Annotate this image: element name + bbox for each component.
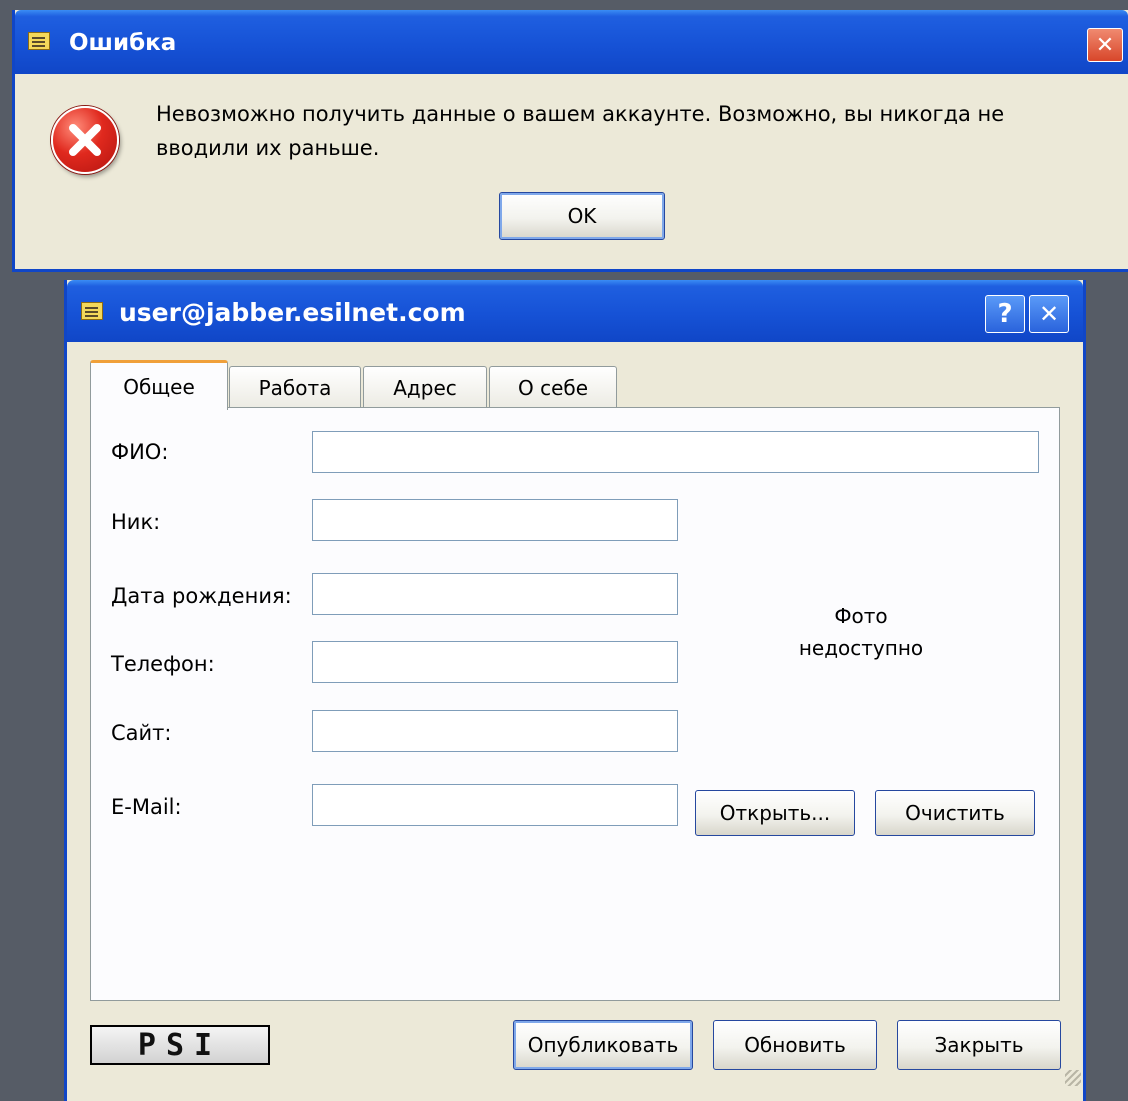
app-icon xyxy=(28,32,50,50)
tab-work-label: Работа xyxy=(258,375,332,400)
birthday-label: Дата рождения: xyxy=(111,584,292,608)
photo-placeholder: Фото недоступно xyxy=(771,600,951,664)
phone-label: Телефон: xyxy=(111,652,215,676)
close-dialog-button[interactable]: Закрыть xyxy=(897,1020,1061,1070)
photo-line1: Фото xyxy=(834,604,888,628)
refresh-button[interactable]: Обновить xyxy=(713,1020,877,1070)
publish-label: Опубликовать xyxy=(527,1033,679,1057)
email-label: E-Mail: xyxy=(111,795,182,819)
error-icon xyxy=(51,106,119,174)
refresh-label: Обновить xyxy=(744,1033,846,1057)
site-label: Сайт: xyxy=(111,721,172,745)
help-icon: ? xyxy=(997,299,1013,329)
clear-photo-button[interactable]: Очистить xyxy=(875,790,1035,836)
error-dialog: Ошибка ✕ Невозможно получить данные о ва… xyxy=(12,10,1128,272)
error-titlebar[interactable]: Ошибка ✕ xyxy=(15,10,1128,74)
help-button[interactable]: ? xyxy=(985,295,1025,333)
vcard-titlebar[interactable]: user@jabber.esilnet.com ? ✕ xyxy=(67,280,1083,342)
birthday-field[interactable] xyxy=(312,573,678,615)
tab-address-label: Адрес xyxy=(393,375,457,400)
psi-logo: PSI xyxy=(90,1025,270,1065)
resize-grip-icon[interactable] xyxy=(1065,1070,1081,1086)
publish-button[interactable]: Опубликовать xyxy=(513,1020,693,1070)
tab-panel: ФИО: Ник: Дата рождения: Телефон: Сайт: … xyxy=(90,407,1060,1001)
error-message-line1: Невозможно получить данные о вашем аккау… xyxy=(156,102,1005,126)
tab-about-label: О себе xyxy=(517,375,589,400)
psi-logo-text: PSI xyxy=(137,1027,223,1063)
close-icon: ✕ xyxy=(1095,32,1115,58)
phone-field[interactable] xyxy=(312,641,678,683)
error-message-line2: вводили их раньше. xyxy=(156,136,380,160)
vcard-title: user@jabber.esilnet.com xyxy=(119,298,466,327)
open-label: Открыть... xyxy=(719,801,831,825)
fullname-label: ФИО: xyxy=(111,440,169,464)
fullname-field[interactable] xyxy=(312,431,1039,473)
tab-general[interactable]: Общее xyxy=(90,360,228,410)
vcard-dialog: user@jabber.esilnet.com ? ✕ Общее Работа… xyxy=(64,280,1086,1101)
tab-about[interactable]: О себе xyxy=(489,366,617,408)
close-icon: ✕ xyxy=(1038,300,1060,328)
close-button[interactable]: ✕ xyxy=(1087,28,1123,62)
open-photo-button[interactable]: Открыть... xyxy=(695,790,855,836)
site-field[interactable] xyxy=(312,710,678,752)
tab-work[interactable]: Работа xyxy=(229,366,361,408)
ok-button[interactable]: OK xyxy=(499,192,665,240)
email-field[interactable] xyxy=(312,784,678,826)
clear-label: Очистить xyxy=(905,801,1005,825)
photo-line2: недоступно xyxy=(798,636,924,660)
tab-general-label: Общее xyxy=(123,374,195,399)
close-label: Закрыть xyxy=(934,1033,1024,1057)
ok-label: OK xyxy=(567,204,597,228)
nick-label: Ник: xyxy=(111,510,161,534)
close-button[interactable]: ✕ xyxy=(1029,295,1069,333)
app-icon xyxy=(81,302,103,320)
error-title: Ошибка xyxy=(69,30,177,56)
nick-field[interactable] xyxy=(312,499,678,541)
tab-address[interactable]: Адрес xyxy=(363,366,487,408)
